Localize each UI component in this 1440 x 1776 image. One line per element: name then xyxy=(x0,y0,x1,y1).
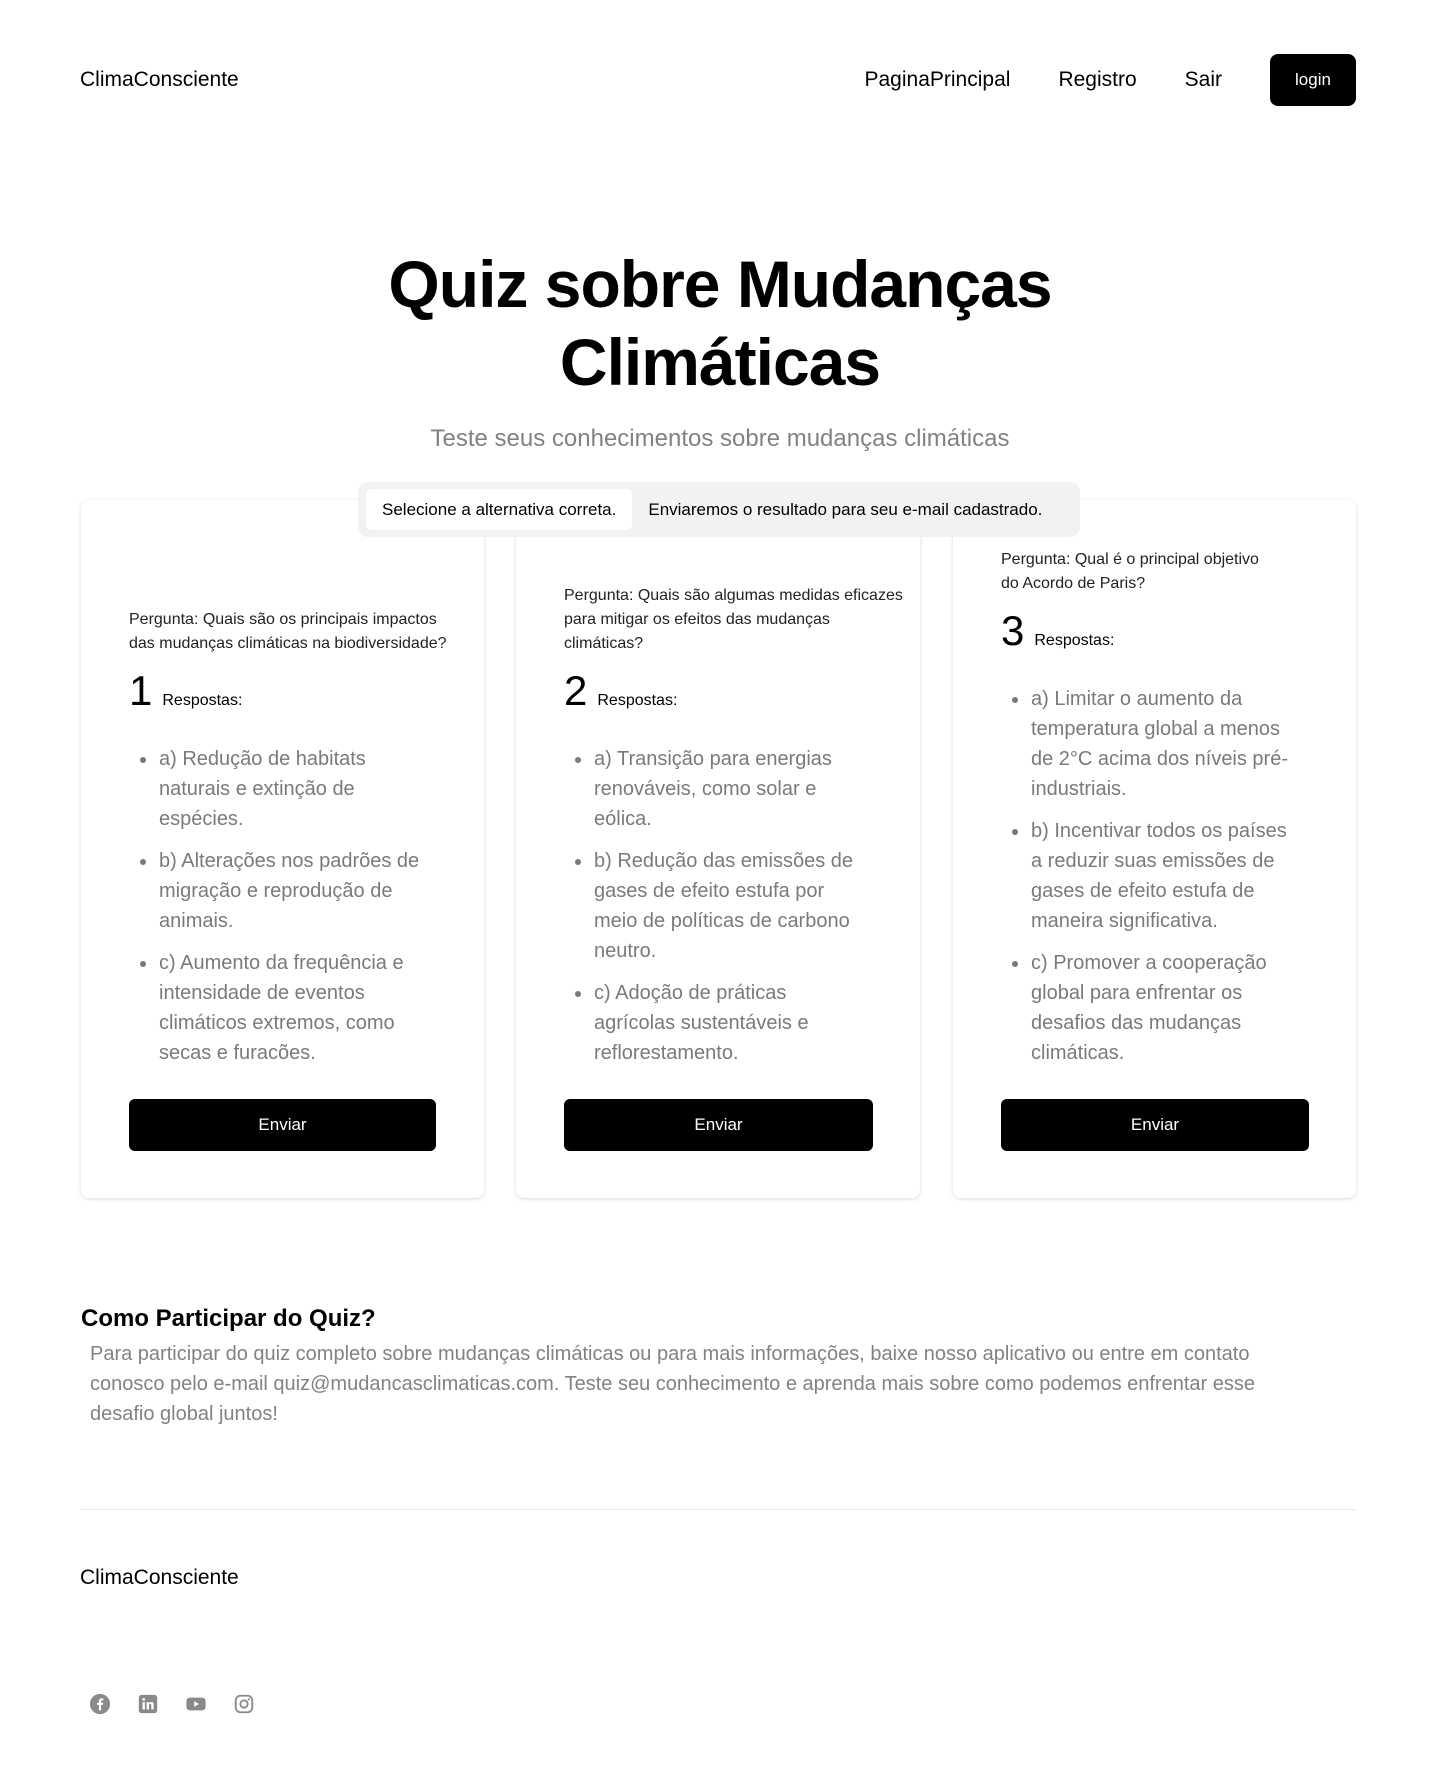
question-number: 3 xyxy=(1001,607,1025,654)
answer-list: a) Transição para energias renováveis, c… xyxy=(564,744,864,1080)
question-number-row: 3 Respostas: xyxy=(1001,610,1114,652)
quiz-card-3: Pergunta: Qual é o principal objetivo do… xyxy=(953,500,1356,1198)
answers-label: Respostas: xyxy=(162,692,243,709)
send-button[interactable]: Enviar xyxy=(129,1099,436,1151)
nav-link-registro[interactable]: Registro xyxy=(1058,68,1136,92)
main-nav: PaginaPrincipal Registro Sair login xyxy=(865,54,1356,106)
question-text: Pergunta: Quais são algumas medidas efic… xyxy=(564,587,903,652)
tab-select-answer[interactable]: Selecione a alternativa correta. xyxy=(366,489,633,530)
question-number-row: 2 Respostas: xyxy=(564,670,677,712)
answers-label: Respostas: xyxy=(597,692,678,709)
page-title-line-1: Quiz sobre Mudanças xyxy=(388,247,1052,321)
social-links xyxy=(88,1692,280,1716)
page-title-line-2: Climáticas xyxy=(559,325,881,399)
instagram-icon[interactable] xyxy=(232,1692,256,1716)
nav-link-pagina-principal[interactable]: PaginaPrincipal xyxy=(865,68,1011,92)
quiz-card-2: Pergunta: Quais são algumas medidas efic… xyxy=(516,500,920,1198)
footer-divider xyxy=(80,1509,1356,1510)
answer-option-b[interactable]: b) Alterações nos padrões de migração e … xyxy=(129,846,429,936)
info-text: Para participar do quiz completo sobre m… xyxy=(90,1343,1255,1425)
brand-logo[interactable]: ClimaConsciente xyxy=(80,68,239,92)
question-number: 2 xyxy=(564,667,588,714)
answer-option-c[interactable]: c) Promover a cooperação global para enf… xyxy=(1001,948,1301,1068)
answer-option-c[interactable]: c) Adoção de práticas agrícolas sustentá… xyxy=(564,978,864,1068)
send-button[interactable]: Enviar xyxy=(564,1099,873,1151)
tab-email-result[interactable]: Enviaremos o resultado para seu e-mail c… xyxy=(632,489,1058,530)
quiz-card-1: Pergunta: Quais são os principais impact… xyxy=(81,500,484,1198)
answer-option-a[interactable]: a) Redução de habitats naturais e extinç… xyxy=(129,744,429,834)
answer-option-b[interactable]: b) Redução das emissões de gases de efei… xyxy=(564,846,864,966)
youtube-icon[interactable] xyxy=(184,1692,208,1716)
answers-label: Respostas: xyxy=(1034,632,1115,649)
question-text: Pergunta: Quais são os principais impact… xyxy=(129,611,447,652)
answer-option-a[interactable]: a) Limitar o aumento da temperatura glob… xyxy=(1001,684,1301,804)
instruction-tabs: Selecione a alternativa correta. Enviare… xyxy=(358,482,1080,537)
question-text: Pergunta: Qual é o principal objetivo do… xyxy=(1001,551,1259,592)
footer-brand[interactable]: ClimaConsciente xyxy=(80,1566,239,1590)
answer-list: a) Limitar o aumento da temperatura glob… xyxy=(1001,684,1301,1080)
linkedin-icon[interactable] xyxy=(136,1692,160,1716)
site-header: ClimaConsciente PaginaPrincipal Registro… xyxy=(0,0,1440,164)
send-button[interactable]: Enviar xyxy=(1001,1099,1309,1151)
answer-option-a[interactable]: a) Transição para energias renováveis, c… xyxy=(564,744,864,834)
question-number-row: 1 Respostas: xyxy=(129,670,242,712)
answer-list: a) Redução de habitats naturais e extinç… xyxy=(129,744,429,1080)
page-title: Quiz sobre Mudanças Climáticas xyxy=(0,245,1440,401)
answer-option-c[interactable]: c) Aumento da frequência e intensidade d… xyxy=(129,948,429,1068)
answer-option-b[interactable]: b) Incentivar todos os países a reduzir … xyxy=(1001,816,1301,936)
login-button[interactable]: login xyxy=(1270,54,1356,106)
question-number: 1 xyxy=(129,667,153,714)
nav-link-sair[interactable]: Sair xyxy=(1185,68,1222,92)
page-subtitle: Teste seus conhecimentos sobre mudanças … xyxy=(430,425,1010,452)
info-title: Como Participar do Quiz? xyxy=(81,1305,376,1332)
facebook-icon[interactable] xyxy=(88,1692,112,1716)
